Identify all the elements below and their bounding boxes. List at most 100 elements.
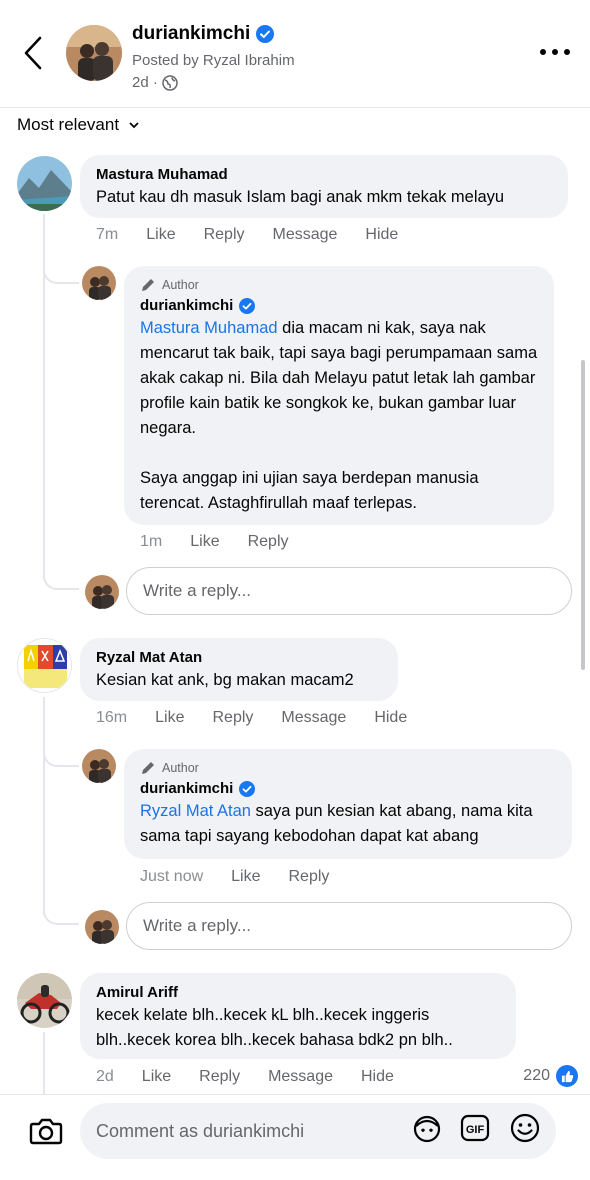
avatar-sticker-icon	[413, 1115, 441, 1143]
comment-input-placeholder: Comment as duriankimchi	[96, 1120, 305, 1141]
write-reply-input[interactable]: Write a reply...	[126, 902, 572, 950]
comment-time: 2d	[96, 1068, 114, 1085]
comment-text: kecek kelate blh..kecek kL blh..kecek in…	[96, 1006, 453, 1049]
comment-text: Kesian kat ank, bg makan macam2	[96, 671, 354, 689]
verified-badge-icon	[239, 298, 256, 314]
hide-button[interactable]: Hide	[365, 226, 398, 244]
emoji-icon	[510, 1113, 540, 1143]
gif-button[interactable]: GIF	[458, 1111, 492, 1145]
like-button[interactable]: Like	[155, 709, 184, 727]
camera-icon	[29, 1118, 63, 1145]
comment-bubble[interactable]: Ryzal Mat Atan Kesian kat ank, bg makan …	[80, 638, 398, 701]
gif-icon: GIF	[460, 1114, 490, 1142]
like-button[interactable]: Like	[190, 533, 219, 551]
camera-button[interactable]	[28, 1113, 64, 1149]
comment-time: 7m	[96, 226, 119, 243]
mention-link[interactable]: Ryzal Mat Atan	[140, 802, 251, 820]
reply-button[interactable]: Reply	[204, 226, 245, 244]
more-dot	[564, 49, 570, 55]
chevron-left-icon	[24, 36, 42, 70]
message-button[interactable]: Message	[281, 709, 346, 727]
post-time: 2d ·	[132, 74, 158, 91]
author-tag: Author	[140, 276, 538, 294]
reply-button[interactable]: Reply	[199, 1068, 240, 1086]
write-reply-placeholder: Write a reply...	[143, 581, 252, 600]
commenter-avatar[interactable]	[17, 156, 72, 211]
sort-dropdown[interactable]: Most relevant	[17, 115, 139, 135]
hide-button[interactable]: Hide	[361, 1068, 394, 1086]
commenter-name[interactable]: Mastura Muhamad	[96, 165, 552, 185]
reaction-count-value: 220	[523, 1067, 550, 1084]
comment-actions: 7m Like Reply Message Hide	[96, 226, 426, 244]
reaction-count[interactable]: 220	[523, 1065, 578, 1087]
reply-text: Mastura Muhamad dia macam ni kak, saya n…	[140, 316, 538, 516]
thread-connector	[43, 895, 79, 925]
posted-by: Posted by Ryzal Ibrahim	[132, 52, 295, 69]
mention-link[interactable]: Mastura Muhamad	[140, 319, 278, 337]
reply-bubble[interactable]: Author duriankimchi Ryzal Mat Atan saya …	[124, 749, 572, 859]
reply-time: Just now	[140, 868, 204, 885]
more-options-button[interactable]	[540, 40, 570, 64]
comment-bubble[interactable]: Amirul Ariff kecek kelate blh..kecek kL …	[80, 973, 516, 1059]
hide-button[interactable]: Hide	[374, 709, 407, 727]
thumbs-up-icon	[556, 1065, 578, 1087]
thread-line	[43, 1032, 45, 1102]
author-avatar[interactable]	[82, 266, 116, 300]
verified-badge-icon	[239, 781, 256, 797]
more-dot	[540, 49, 546, 55]
thread-line	[43, 697, 45, 915]
write-reply-input[interactable]: Write a reply...	[126, 567, 572, 615]
comment-bubble[interactable]: Mastura Muhamad Patut kau dh masuk Islam…	[80, 155, 568, 218]
pen-icon	[142, 762, 154, 774]
thread-connector	[43, 560, 79, 590]
comment-actions: 16m Like Reply Message Hide	[96, 709, 435, 727]
page-name[interactable]: duriankimchi	[132, 23, 250, 45]
reply-author-row: duriankimchi	[140, 296, 538, 316]
reply-author-name[interactable]: duriankimchi	[140, 779, 233, 799]
reply-actions: Just now Like Reply	[140, 868, 357, 886]
reply-author-row: duriankimchi	[140, 779, 556, 799]
reply-button[interactable]: Reply	[212, 709, 253, 727]
reply-body: dia macam ni kak, saya nak mencarut tak …	[140, 319, 538, 512]
scrollbar[interactable]	[581, 360, 585, 670]
chevron-down-icon	[129, 121, 139, 128]
post-time-row: 2d ·	[132, 74, 178, 91]
pen-icon	[142, 279, 154, 291]
svg-text:GIF: GIF	[466, 1124, 485, 1136]
commenter-avatar[interactable]	[17, 973, 72, 1028]
reply-time: 1m	[140, 533, 163, 550]
commenter-avatar[interactable]	[17, 638, 72, 693]
comment-text: Patut kau dh masuk Islam bagi anak mkm t…	[96, 188, 505, 206]
reply-button[interactable]: Reply	[248, 533, 289, 551]
author-tag-label: Author	[162, 278, 199, 292]
globe-icon	[162, 74, 178, 91]
page-name-row: duriankimchi	[132, 23, 275, 45]
reply-author-name[interactable]: duriankimchi	[140, 296, 233, 316]
thread-connector	[43, 250, 79, 284]
sort-label: Most relevant	[17, 115, 120, 134]
reply-actions: 1m Like Reply	[140, 533, 317, 551]
like-button[interactable]: Like	[231, 868, 260, 886]
back-button[interactable]	[18, 34, 48, 72]
thread-connector	[43, 733, 79, 767]
comment-actions: 2d Like Reply Message Hide	[96, 1068, 422, 1086]
post-header: duriankimchi Posted by Ryzal Ibrahim 2d …	[0, 0, 590, 108]
author-avatar[interactable]	[82, 749, 116, 783]
emoji-button[interactable]	[508, 1111, 542, 1145]
reply-bubble[interactable]: Author duriankimchi Mastura Muhamad dia …	[124, 266, 554, 525]
message-button[interactable]: Message	[273, 226, 338, 244]
comment-time: 16m	[96, 709, 128, 726]
reply-button[interactable]: Reply	[289, 868, 330, 886]
author-tag-label: Author	[162, 761, 199, 775]
like-button[interactable]: Like	[142, 1068, 171, 1086]
like-button[interactable]: Like	[146, 226, 175, 244]
my-avatar	[85, 575, 119, 609]
more-dot	[552, 49, 558, 55]
message-button[interactable]: Message	[268, 1068, 333, 1086]
avatar-sticker-button[interactable]	[410, 1111, 444, 1145]
page-avatar[interactable]	[66, 25, 122, 81]
verified-badge-icon	[256, 25, 275, 43]
author-tag: Author	[140, 759, 556, 777]
commenter-name[interactable]: Ryzal Mat Atan	[96, 648, 382, 668]
commenter-name[interactable]: Amirul Ariff	[96, 983, 500, 1003]
